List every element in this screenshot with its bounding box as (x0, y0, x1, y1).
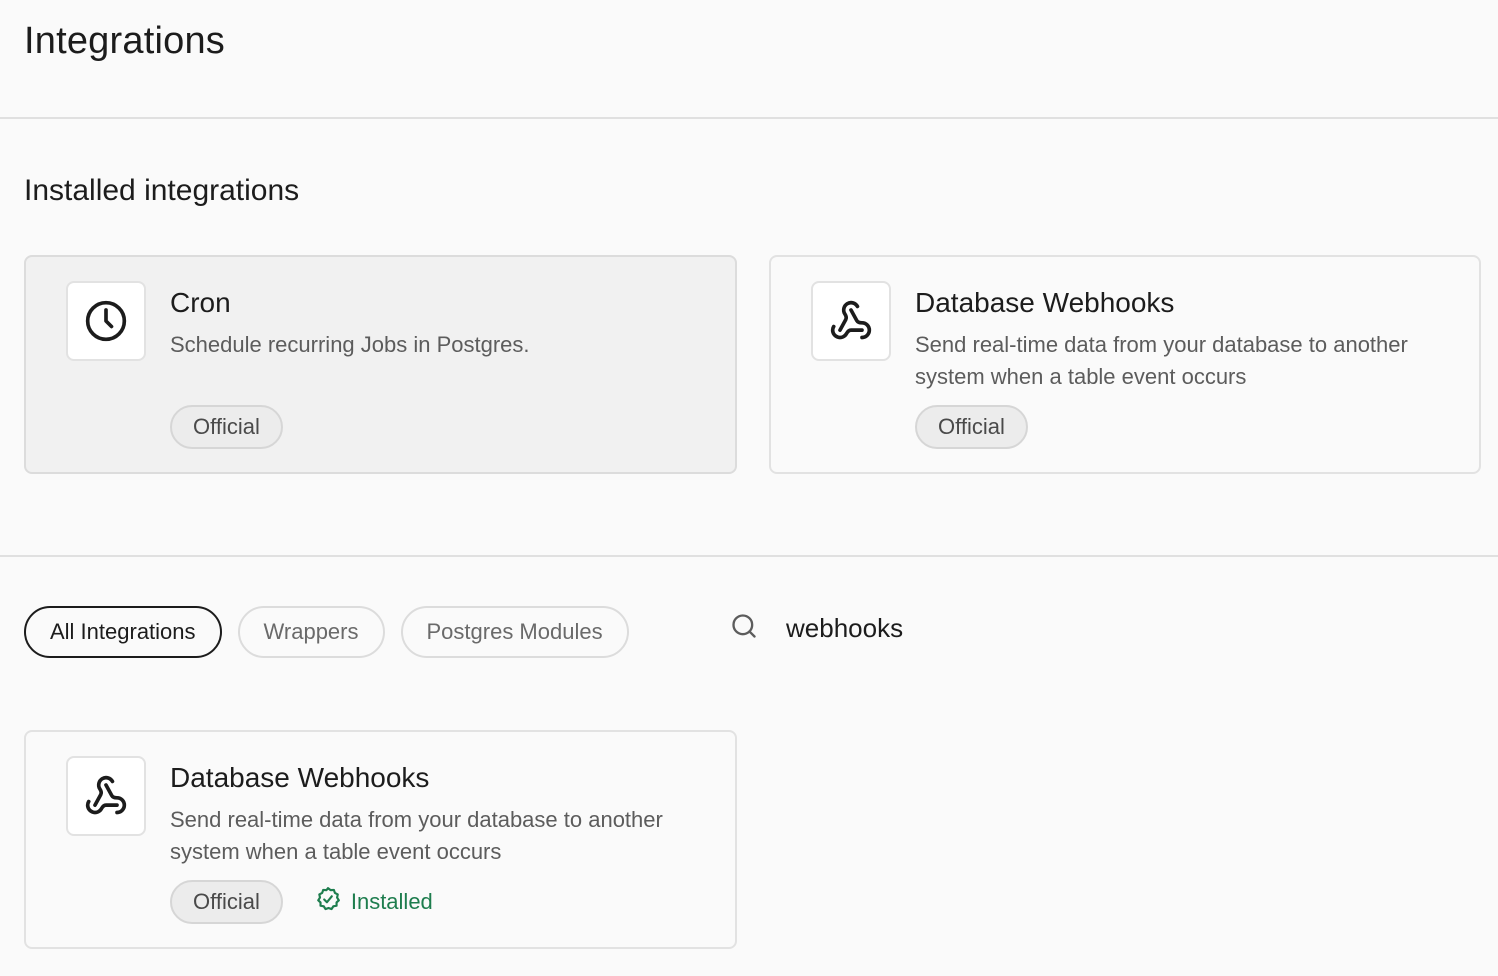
integration-card-database-webhooks[interactable]: Database Webhooks Send real-time data fr… (769, 255, 1481, 474)
installed-integrations-section: Installed integrations Cron Schedule rec… (0, 119, 1498, 557)
tab-postgres-modules[interactable]: Postgres Modules (400, 606, 629, 658)
search-icon (730, 612, 758, 645)
integration-description: Schedule recurring Jobs in Postgres. (170, 332, 530, 357)
check-badge-icon (315, 886, 341, 918)
integration-description: Send real-time data from your database t… (170, 807, 663, 864)
section-title: Installed integrations (24, 174, 300, 207)
integration-name: Database Webhooks (915, 287, 1175, 318)
webhook-icon (811, 281, 891, 361)
result-card-database-webhooks[interactable]: Database Webhooks Send real-time data fr… (24, 730, 737, 949)
installed-label: Installed (350, 889, 433, 914)
tab-wrappers[interactable]: Wrappers (237, 606, 385, 658)
installed-status: Installed (315, 886, 433, 918)
clock-icon (66, 281, 146, 361)
card-tags: Official (915, 405, 1028, 449)
integration-description: Send real-time data from your database t… (915, 332, 1408, 389)
filter-tabs: All Integrations Wrappers Postgres Modul… (24, 606, 629, 658)
webhook-icon (66, 756, 146, 836)
official-badge: Official (170, 405, 283, 449)
official-badge: Official (915, 405, 1028, 449)
card-tags: Official (170, 405, 283, 449)
page-header: Integrations (0, 0, 1498, 119)
search-bar (730, 612, 1086, 645)
official-badge: Official (170, 880, 283, 924)
page-title: Integrations (24, 20, 225, 62)
integration-name: Database Webhooks (170, 762, 430, 793)
search-input[interactable] (786, 613, 1086, 644)
integration-name: Cron (170, 287, 231, 318)
tab-all-integrations[interactable]: All Integrations (24, 606, 222, 658)
card-tags: Official Installed (170, 880, 433, 924)
integration-card-cron[interactable]: Cron Schedule recurring Jobs in Postgres… (24, 255, 737, 474)
